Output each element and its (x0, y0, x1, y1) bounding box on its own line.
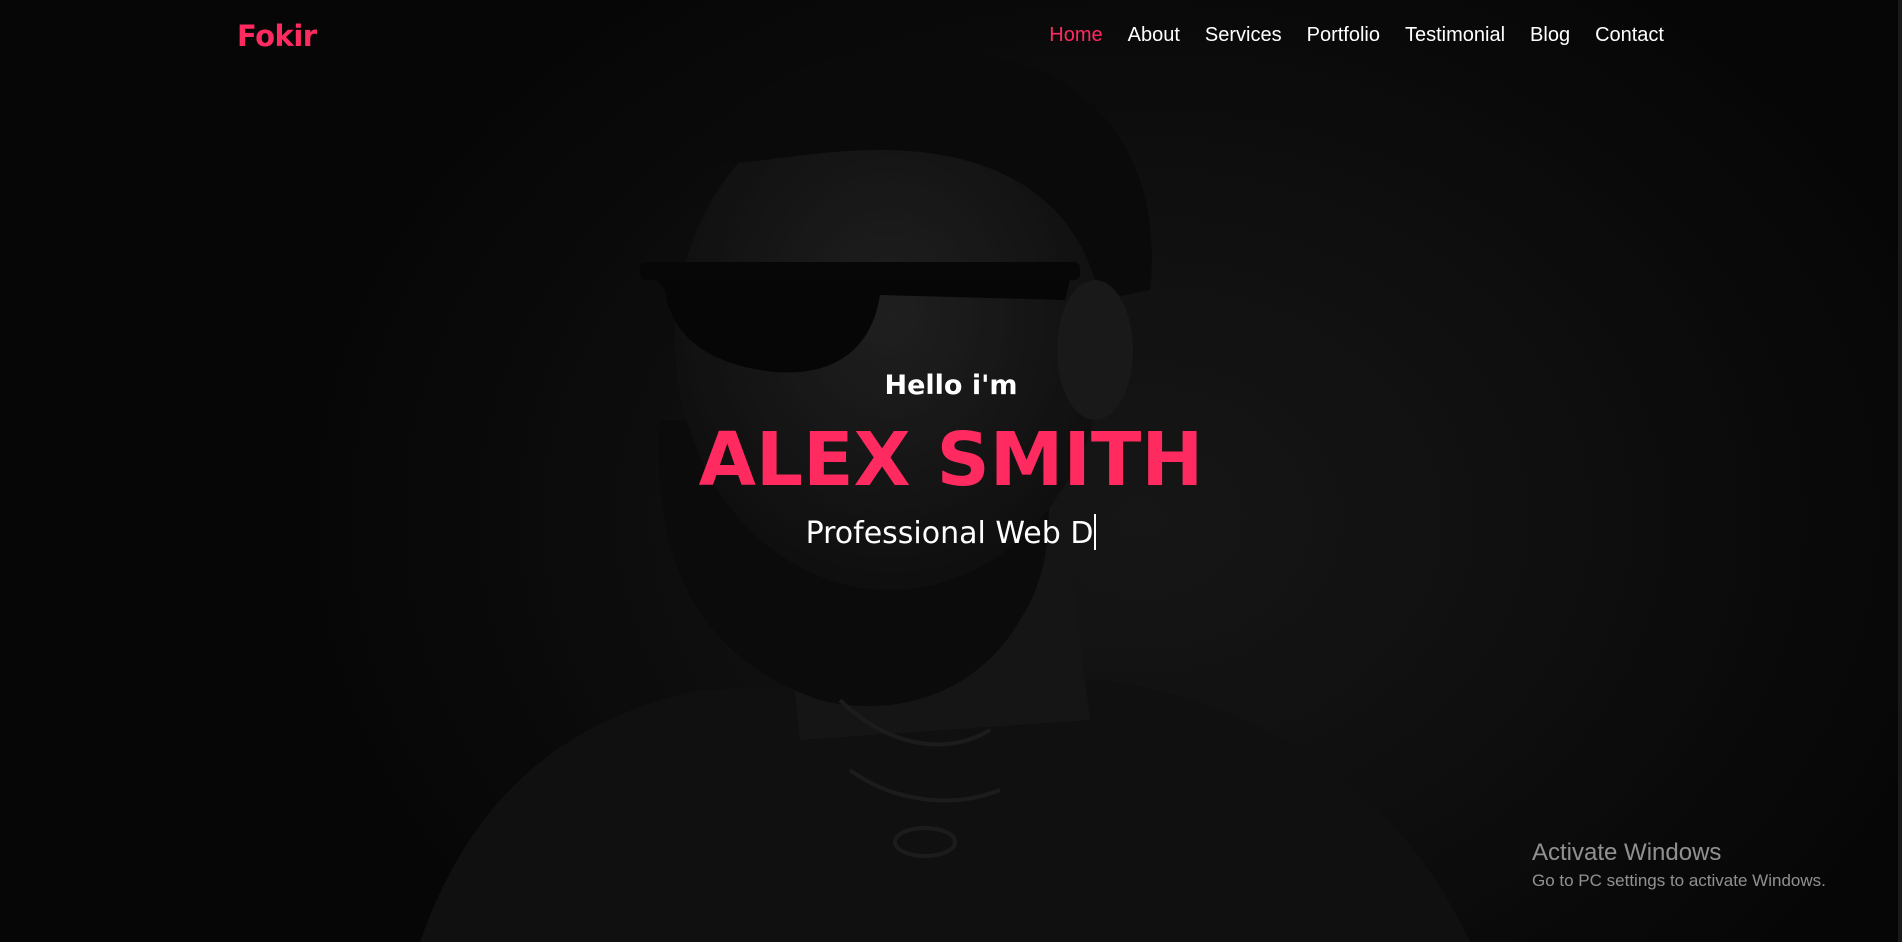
nav-item-blog: Blog (1530, 24, 1570, 47)
nav-link-portfolio[interactable]: Portfolio (1307, 24, 1380, 46)
typed-role-text: Professional Web D (805, 516, 1094, 551)
typing-cursor (1094, 514, 1097, 550)
hero-greeting: Hello i'm (884, 370, 1018, 401)
nav-link-about[interactable]: About (1128, 24, 1180, 46)
hero-name: ALEX SMITH (698, 417, 1204, 503)
nav-menu: Home About Services Portfolio Testimonia… (1024, 24, 1664, 47)
hero-intro: Hello i'm ALEX SMITH Professional Web D (0, 368, 1902, 556)
nav-item-home: Home (1049, 24, 1102, 47)
hero-section: Fokir Home About Services Portfolio Test… (0, 0, 1902, 942)
nav-item-about: About (1128, 24, 1180, 47)
nav-link-services[interactable]: Services (1205, 24, 1282, 46)
nav-item-testimonial: Testimonial (1405, 24, 1505, 47)
windows-activation-watermark: Activate Windows Go to PC settings to ac… (1532, 838, 1826, 894)
nav-link-home[interactable]: Home (1049, 24, 1102, 46)
page-scrollbar[interactable] (1898, 0, 1902, 942)
nav-item-contact: Contact (1595, 24, 1664, 47)
watermark-title: Activate Windows (1532, 839, 1722, 866)
nav-item-services: Services (1205, 24, 1282, 47)
brand-logo[interactable]: Fokir (237, 19, 317, 53)
nav-link-testimonial[interactable]: Testimonial (1405, 24, 1505, 46)
nav-item-portfolio: Portfolio (1307, 24, 1380, 47)
nav-link-contact[interactable]: Contact (1595, 24, 1664, 46)
watermark-subtitle: Go to PC settings to activate Windows. (1532, 871, 1826, 890)
hero-role-line: Professional Web D (0, 512, 1902, 556)
nav-link-blog[interactable]: Blog (1530, 24, 1570, 46)
top-navbar: Fokir Home About Services Portfolio Test… (0, 0, 1902, 76)
